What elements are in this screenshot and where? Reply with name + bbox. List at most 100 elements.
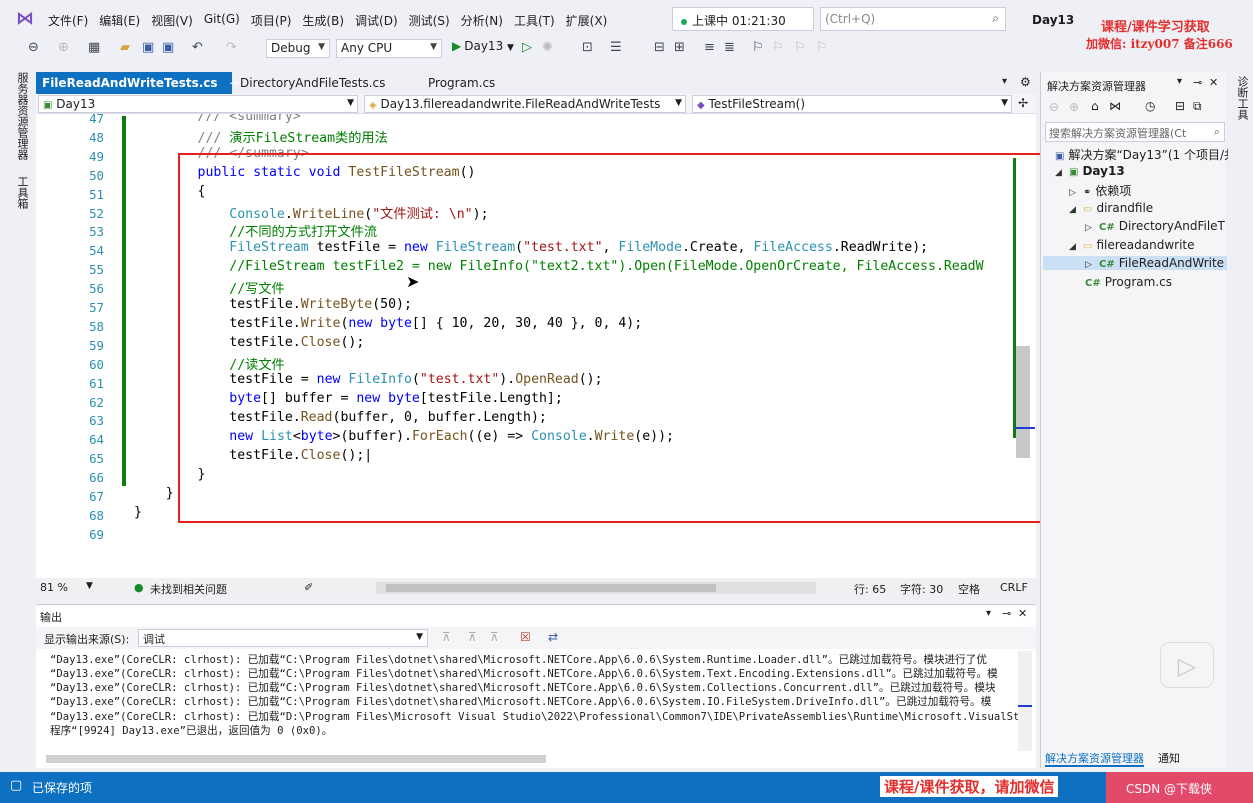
uncomment-icon[interactable]: ≣ [724,40,735,55]
menu-build[interactable]: 生成(B) [300,12,353,29]
undo-icon[interactable]: ↶ [192,40,203,55]
diagnostic-tools-tab[interactable]: 诊断工具 [1234,76,1250,120]
menu-extensions[interactable]: 扩展(X) [564,12,617,29]
config-select[interactable]: Debug ▼ [266,39,330,58]
hot-reload-icon[interactable]: ✺ [542,40,553,55]
collapse-icon[interactable]: ▷ [1069,188,1083,198]
sync-icon[interactable]: ⊟ [1175,99,1185,113]
menu-edit[interactable]: 编辑(E) [97,12,149,29]
visual-studio-logo-icon[interactable]: ⋈ [16,9,38,29]
expand-icon[interactable]: ◢ [1069,205,1083,215]
comment-icon[interactable]: ≡ [704,40,715,55]
start-without-debug-icon[interactable]: ▷ [522,40,532,55]
find-icon[interactable]: ⊼ [442,630,451,644]
chevron-down-icon[interactable]: ▾ [1177,76,1182,87]
back-icon[interactable]: ⊖ [28,40,39,55]
forward-icon[interactable]: ⊕ [58,40,69,55]
format-icon[interactable]: ⊞ [674,40,685,55]
tree-file-directoryandfile[interactable]: ▷ C# DirectoryAndFileT [1085,219,1225,233]
menu-file[interactable]: 文件(F) [46,12,97,29]
whitespace-indicator[interactable]: 空格 [958,581,980,597]
back-icon[interactable]: ⊖ [1049,100,1059,114]
vs-switch-icon[interactable]: ⋈ [1109,99,1121,113]
step-icon[interactable]: ⊟ [654,40,665,55]
tree-folder-dirandfile[interactable]: ◢ ▭ dirandfile [1069,201,1153,215]
menu-git[interactable]: Git(G) [202,12,249,29]
redo-icon[interactable]: ↷ [226,40,237,55]
menu-analyze[interactable]: 分析(N) [459,12,512,29]
browse-icon[interactable]: ⊡ [582,40,593,55]
eol-indicator[interactable]: CRLF [1000,581,1028,594]
chevron-down-icon[interactable]: ▾ [986,608,991,619]
menu-test[interactable]: 测试(S) [407,12,459,29]
save-icon[interactable]: ▣ [142,40,154,55]
tree-folder-filereadandwrite[interactable]: ◢ ▭ filereadandwrite [1069,238,1195,252]
collapse-icon[interactable]: ▷ [1085,260,1099,270]
bookmark-icon[interactable]: ⚐ [752,40,764,55]
member-select[interactable]: ◆ TestFileStream() ▼ [692,95,1012,113]
horizontal-scroll-thumb[interactable] [386,584,716,592]
pin-icon[interactable]: ⊸ [1002,607,1011,620]
next-bookmark-icon[interactable]: ⚐ [794,40,806,55]
tree-dependencies[interactable]: ▷ ⚭ 依赖项 [1069,182,1131,199]
next-message-icon[interactable]: ⊼ [490,630,499,644]
tree-file-filereadandwrite[interactable]: ▷ C# FileReadAndWrite [1043,256,1227,270]
chevron-down-icon[interactable]: ▼ [86,581,93,591]
status-text: 已保存的项 [32,781,93,795]
close-icon[interactable]: ✕ [1209,76,1218,89]
word-wrap-icon[interactable]: ⇄ [548,630,558,644]
collapse-icon[interactable]: ▷ [1085,223,1099,233]
expand-icon[interactable]: ◢ [1055,168,1069,178]
output-vertical-scrollbar[interactable] [1018,651,1032,751]
menu-project[interactable]: 项目(P) [249,12,301,29]
expand-icon[interactable]: ◢ [1069,242,1083,252]
menu-debug[interactable]: 调试(D) [353,12,407,29]
gear-icon[interactable]: ⚙ [1020,75,1031,89]
tab-notifications[interactable]: 通知 [1158,752,1180,765]
tree-project[interactable]: ◢ ▣ Day13 [1055,164,1125,178]
close-icon[interactable]: ✕ [1018,607,1027,620]
prev-bookmark-icon[interactable]: ⚐ [772,40,784,55]
prev-message-icon[interactable]: ⊼ [468,630,477,644]
split-icon[interactable]: ✢ [1018,96,1028,110]
tab-solution-explorer[interactable]: 解决方案资源管理器 [1045,752,1144,767]
line-number: 51 [89,186,104,202]
tab-program[interactable]: Program.cs [422,72,501,94]
output-source-select[interactable]: 调试 ▼ [138,629,428,647]
forward-icon[interactable]: ⊕ [1069,100,1079,114]
video-play-icon[interactable]: ▷ [1160,642,1214,688]
history-icon[interactable]: ◷ [1145,99,1155,113]
toolbox-tab[interactable]: 工具箱 [14,176,30,209]
copy-icon[interactable]: ⧉ [1193,99,1202,114]
member-value: TestFileStream() [708,97,806,111]
class-select[interactable]: ◈ Day13.filereadandwrite.FileReadAndWrit… [364,95,686,113]
run-button[interactable]: ▶ Day13 ▼ [452,39,514,53]
tab-filereadandwritetests[interactable]: FileReadAndWriteTests.cs ⊸ ✕ [36,72,260,94]
zoom-level[interactable]: 81 % [40,581,68,594]
tree-solution[interactable]: ▣ 解决方案“Day13”(1 个项目/共 [1055,146,1236,163]
layout-icon[interactable]: ☰ [610,40,622,55]
issues-status[interactable]: 未找到相关问题 [150,581,227,597]
platform-select[interactable]: Any CPU ▼ [336,39,442,58]
editor-horizontal-scrollbar[interactable] [376,582,816,594]
clear-all-icon[interactable]: ☒ [520,630,531,644]
tab-list-chevron-icon[interactable]: ▾ [1002,76,1007,87]
menu-tools[interactable]: 工具(T) [512,12,564,29]
new-item-icon[interactable]: ▦ [88,40,100,55]
clear-bookmark-icon[interactable]: ⚐ [816,40,828,55]
solution-search-input[interactable]: 搜索解决方案资源管理器(Ct ⌕ [1045,122,1225,142]
menu-view[interactable]: 视图(V) [149,12,202,29]
pin-icon[interactable]: ⊸ [1193,76,1202,89]
brush-icon[interactable]: ✐ [304,581,313,594]
server-explorer-tab[interactable]: 服务器资源管理器 [14,72,30,160]
open-folder-icon[interactable]: ▰ [120,40,130,55]
quick-search-input[interactable]: (Ctrl+Q) ⌕ [820,7,1006,31]
tree-file-program[interactable]: C# Program.cs [1085,275,1172,289]
project-select[interactable]: ▣ Day13 ▼ [38,95,358,113]
home-icon[interactable]: ⌂ [1091,99,1099,113]
tab-directoryandfiletests[interactable]: DirectoryAndFileTests.cs [234,72,391,94]
output-horizontal-scroll-thumb[interactable] [46,755,546,763]
code-line-47: /// <summary> [134,114,301,124]
save-all-icon[interactable]: ▣ [162,40,174,55]
search-icon: ⌕ [992,11,999,25]
